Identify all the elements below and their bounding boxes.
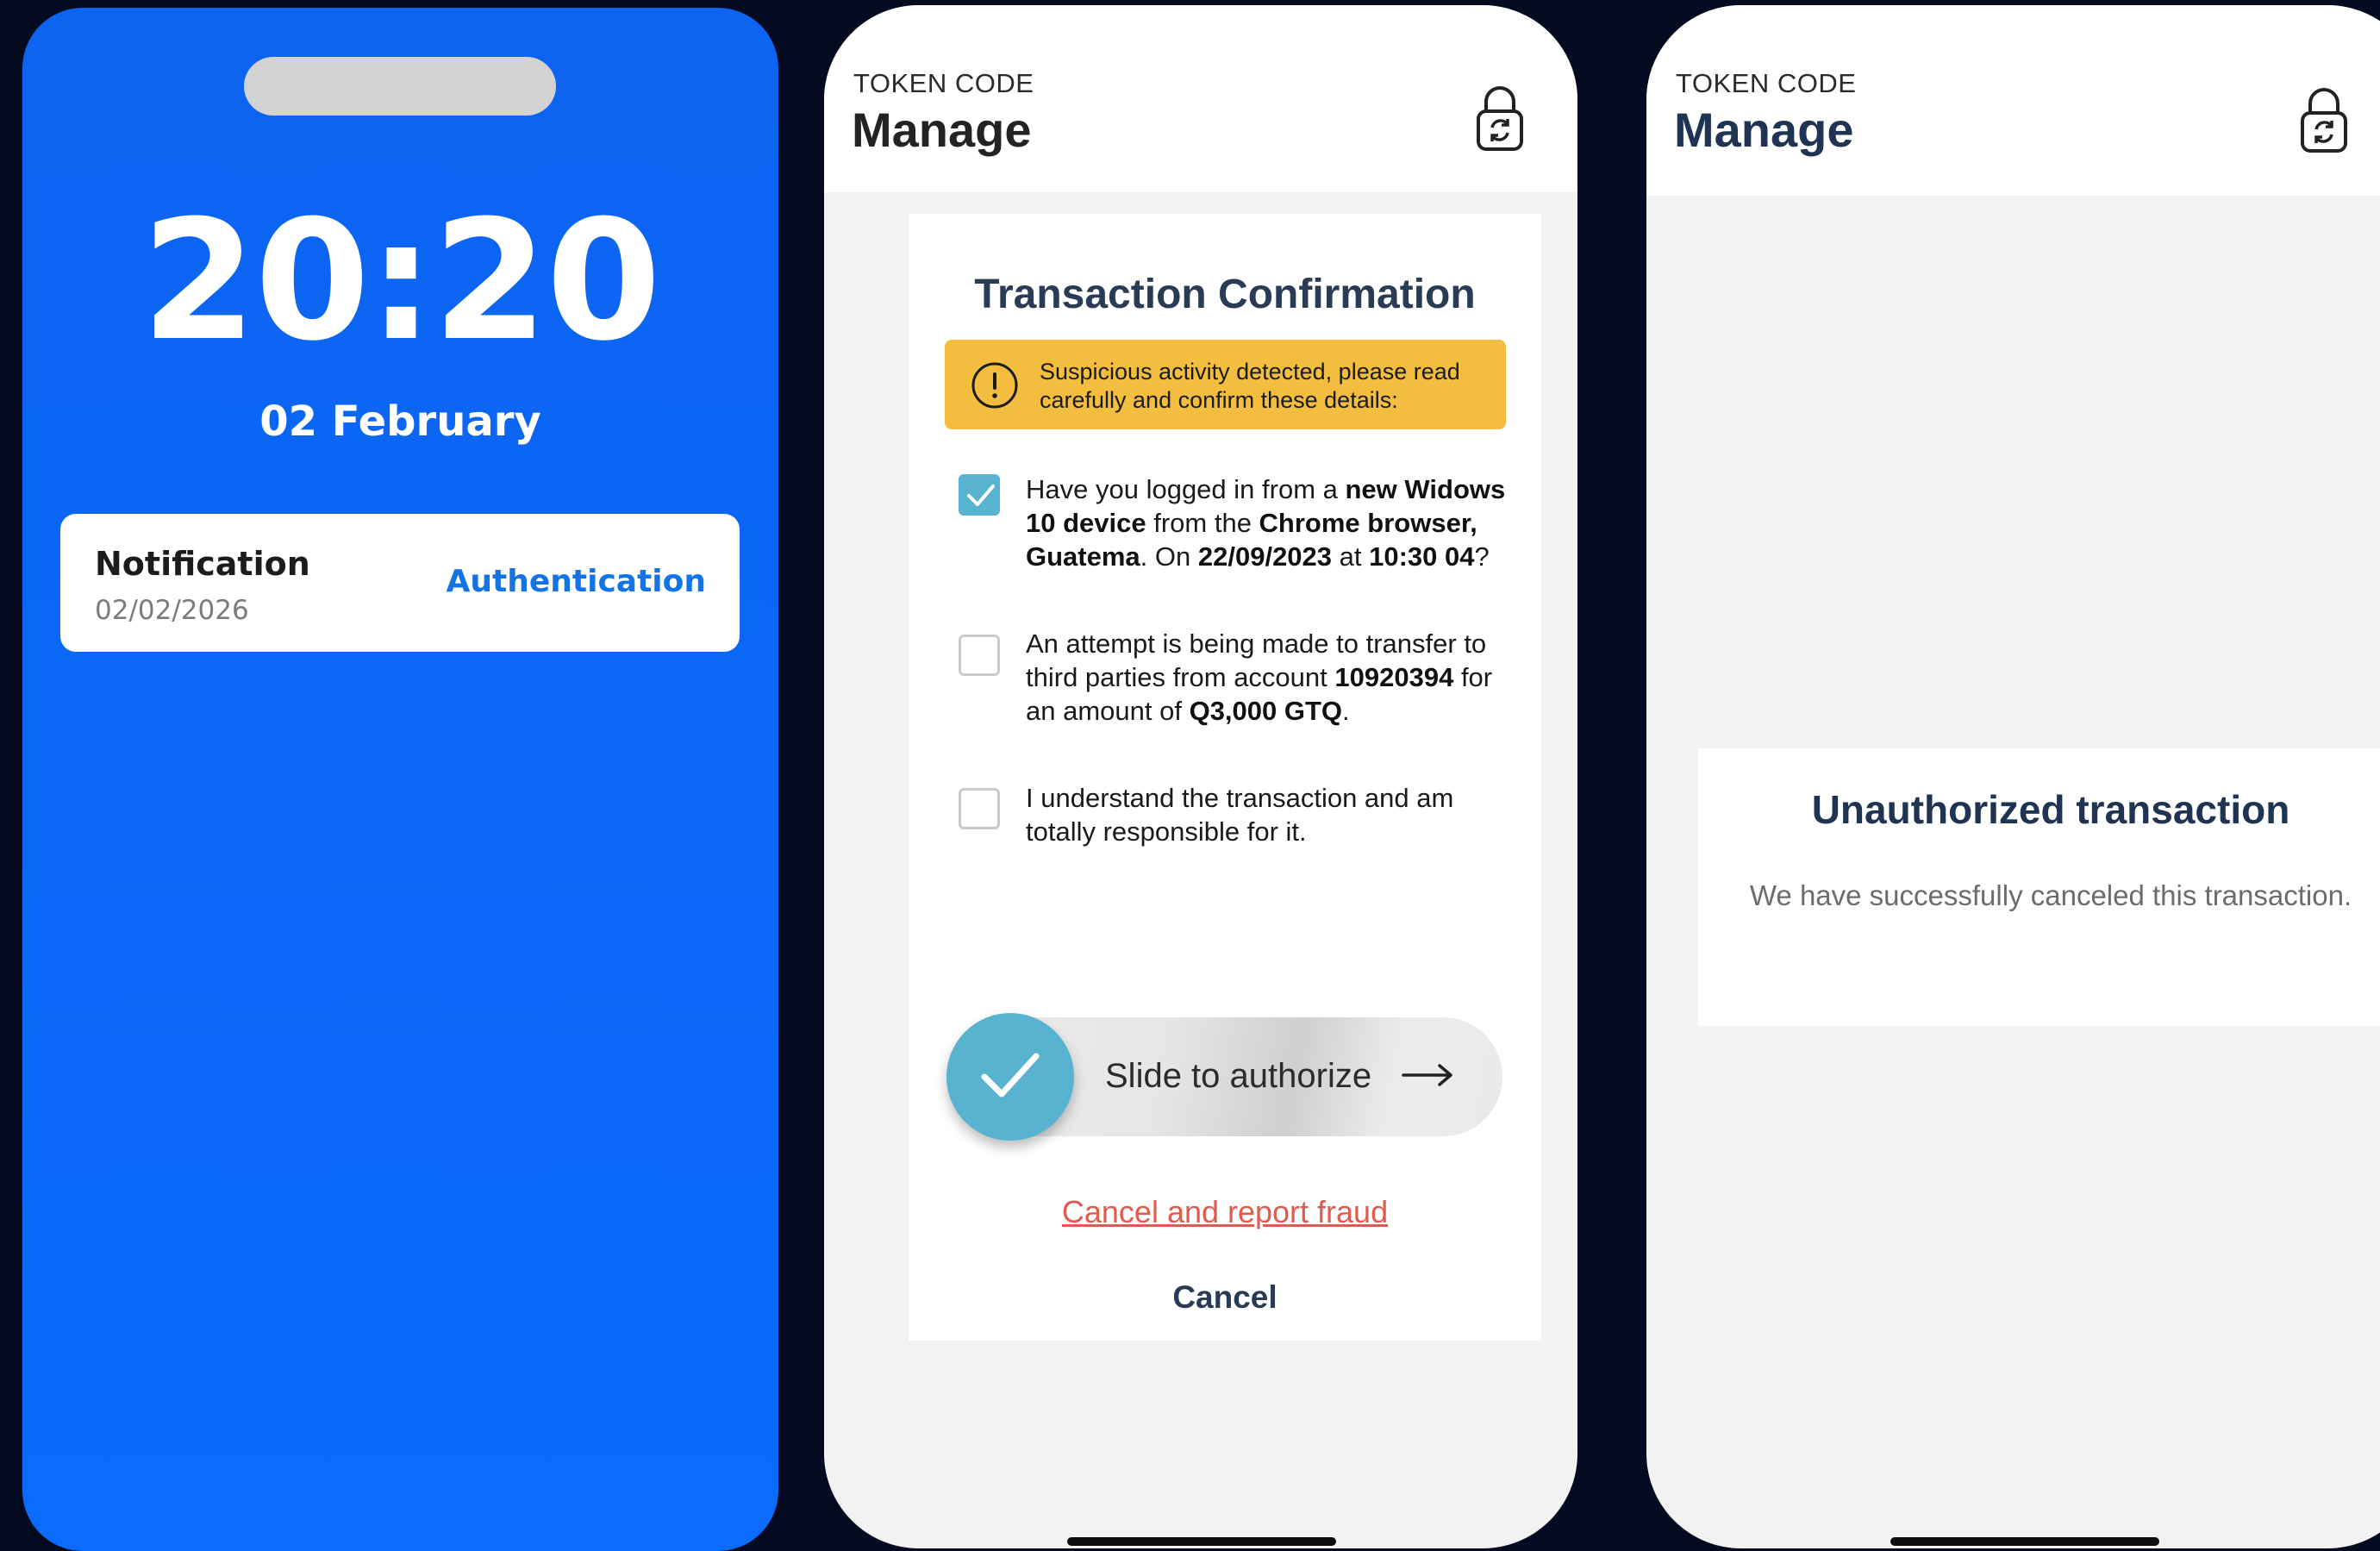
- item-text-fragment: 10920394: [1334, 662, 1454, 692]
- lock-refresh-icon[interactable]: [1475, 83, 1525, 152]
- notification-title: Notification: [95, 545, 310, 583]
- page-title: Manage: [852, 103, 1032, 157]
- header-kicker: TOKEN CODE: [853, 68, 1034, 98]
- result-title: Unauthorized transaction: [1811, 787, 2290, 832]
- checkbox-transfer-confirm[interactable]: [959, 635, 1000, 676]
- home-indicator: [1067, 1537, 1336, 1546]
- slide-to-authorize-handle[interactable]: [946, 1013, 1074, 1141]
- item-text-fragment: ?: [1474, 541, 1490, 572]
- item-text-fragment: at: [1332, 541, 1370, 572]
- login-details-text: Have you logged in from a new Widows 10 …: [1026, 472, 1526, 573]
- transaction-confirmation-card: Transaction Confirmation Suspicious acti…: [909, 214, 1541, 1341]
- header-kicker: TOKEN CODE: [1676, 68, 1857, 98]
- item-text-fragment: Q3,000 GTQ: [1189, 696, 1343, 726]
- check-icon: [981, 1053, 1040, 1098]
- slide-label: Slide to authorize: [1105, 1057, 1372, 1095]
- card-title: Transaction Confirmation: [974, 272, 1476, 317]
- notification-date: 02/02/2026: [95, 595, 249, 626]
- confirmation-phone: TOKEN CODE Manage Transaction Confirmati…: [824, 5, 1577, 1548]
- result-message: We have successfully canceled this trans…: [1749, 879, 2352, 911]
- cancel-and-report-fraud-link[interactable]: Cancel and report fraud: [909, 1194, 1541, 1230]
- transfer-details-text: An attempt is being made to transfer to …: [1026, 627, 1526, 728]
- dynamic-island: [244, 57, 556, 116]
- warning-banner: Suspicious activity detected, please rea…: [945, 340, 1506, 429]
- item-text-fragment: from the: [1146, 508, 1259, 538]
- warning-icon: [971, 362, 1018, 409]
- lock-refresh-icon[interactable]: [2299, 84, 2349, 153]
- item-text-fragment: . On: [1140, 541, 1198, 572]
- app-header: TOKEN CODE Manage: [824, 5, 1577, 192]
- responsibility-text: I understand the transaction and am tota…: [1026, 781, 1526, 848]
- arrow-right-icon: [1402, 1064, 1452, 1086]
- lock-screen-time: 20:20: [141, 185, 661, 378]
- page-title: Manage: [1674, 103, 1854, 157]
- notification-authentication-action[interactable]: Authentication: [447, 564, 706, 599]
- checkbox-login-confirm[interactable]: [959, 474, 1000, 516]
- item-text-fragment: Have you logged in from a: [1026, 474, 1346, 504]
- lock-screen-date: 02 February: [259, 397, 541, 446]
- lock-screen-phone: 20:20 02 February Notification 02/02/202…: [22, 8, 778, 1551]
- item-text-fragment: 10:30 04: [1369, 541, 1475, 572]
- checkbox-responsibility-confirm[interactable]: [959, 788, 1000, 829]
- item-text-fragment: 22/09/2023: [1197, 541, 1333, 572]
- app-header: TOKEN CODE Manage: [1646, 5, 2380, 196]
- item-text-fragment: .: [1342, 696, 1350, 726]
- slide-to-authorize-track[interactable]: Slide to authorize: [946, 1013, 1502, 1141]
- checkmark-icon: [967, 485, 995, 506]
- result-phone: TOKEN CODE Manage Unauthorized transacti…: [1646, 5, 2380, 1548]
- cancel-button[interactable]: Cancel: [909, 1279, 1541, 1316]
- warning-text: Suspicious activity detected, please rea…: [1040, 359, 1460, 413]
- item-text-fragment: I understand the transaction and am tota…: [1026, 783, 1454, 847]
- notification-card[interactable]: Notification 02/02/2026 Authentication: [60, 514, 740, 652]
- unauthorized-transaction-card: Unauthorized transaction We have success…: [1698, 748, 2380, 1026]
- home-indicator: [1890, 1537, 2159, 1546]
